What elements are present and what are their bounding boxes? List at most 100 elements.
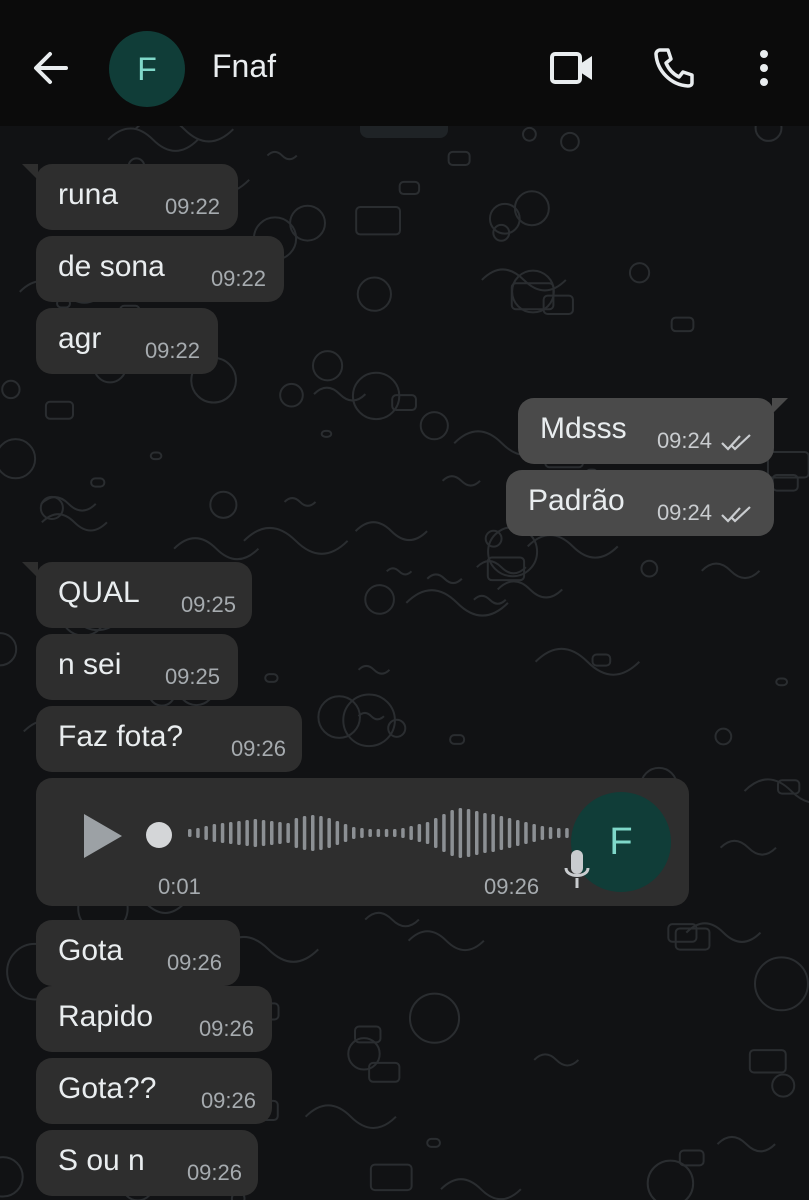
message-bubble-outgoing[interactable]: Padrão 09:24 <box>506 470 774 536</box>
waveform-bar <box>319 816 323 850</box>
waveform-bar <box>524 822 528 844</box>
waveform-bar <box>237 821 241 845</box>
play-icon[interactable] <box>80 812 124 860</box>
waveform-bar <box>475 811 479 855</box>
wallpaper-doodle <box>775 677 789 687</box>
wallpaper-doodle <box>364 584 395 615</box>
wallpaper-doodle <box>473 594 507 605</box>
waveform-bar <box>401 828 405 838</box>
waveform-bar <box>360 828 364 838</box>
audio-seek-handle[interactable] <box>146 822 172 848</box>
message-text: Gota?? <box>58 1072 157 1105</box>
waveform-bar <box>278 822 282 844</box>
chat-area[interactable]: runa 09:22 de sona 09:22 agr 09:22 Mdsss… <box>0 126 809 1200</box>
wallpaper-doodle <box>0 1156 24 1198</box>
waveform-bar <box>442 814 446 852</box>
wallpaper-doodle <box>408 992 461 1044</box>
waveform-bar <box>483 813 487 853</box>
double-check-icon <box>721 506 751 523</box>
waveform-bar <box>327 818 331 848</box>
wallpaper-doodle <box>44 400 75 420</box>
waveform-bar <box>270 821 274 845</box>
audio-waveform[interactable] <box>186 798 586 868</box>
wallpaper-doodle <box>357 664 391 675</box>
wallpaper-doodle <box>674 927 711 951</box>
wallpaper-doodle <box>449 734 466 745</box>
waveform-bar <box>286 823 290 843</box>
microphone-icon <box>564 850 590 888</box>
back-arrow-icon[interactable] <box>30 48 74 88</box>
contact-avatar[interactable]: F <box>109 31 185 107</box>
message-bubble-incoming[interactable]: agr 09:22 <box>36 308 218 374</box>
wallpaper-doodle <box>279 382 304 408</box>
wallpaper-doodle <box>173 537 260 561</box>
wallpaper-doodle <box>701 562 761 580</box>
bubble-tail <box>772 398 788 414</box>
bubble-tail <box>22 562 38 578</box>
waveform-bar <box>188 829 192 837</box>
wallpaper-doodle <box>748 1049 787 1074</box>
wallpaper-doodle <box>678 1149 705 1167</box>
message-bubble-incoming[interactable]: Gota 09:26 <box>36 920 240 986</box>
bubble-tail <box>22 164 38 180</box>
wallpaper-doodle <box>266 150 298 161</box>
wallpaper-doodle <box>447 150 471 166</box>
message-time: 09:24 <box>656 500 712 525</box>
message-text: runa <box>58 178 119 211</box>
waveform-bar <box>565 828 569 838</box>
date-chip <box>360 126 448 138</box>
waveform-bar <box>384 829 389 837</box>
message-bubble-outgoing[interactable]: Mdsss 09:24 <box>518 398 788 464</box>
waveform-bar <box>532 824 536 842</box>
message-bubble-incoming[interactable]: runa 09:22 <box>22 164 238 230</box>
wallpaper-doodle <box>628 262 651 284</box>
waveform-bar <box>491 814 495 852</box>
waveform-bar <box>507 818 512 848</box>
message-bubble-incoming[interactable]: S ou n 09:26 <box>36 1130 258 1196</box>
message-time: 09:25 <box>180 592 236 617</box>
contact-name[interactable]: Fnaf <box>212 48 276 85</box>
wallpaper-doodle <box>527 534 619 559</box>
wallpaper-doodle <box>149 451 163 461</box>
double-check-icon <box>721 434 751 451</box>
more-options-icon[interactable] <box>740 44 788 92</box>
message-bubble-incoming[interactable]: de sona 09:22 <box>36 236 284 302</box>
wallpaper-doodle <box>476 560 527 575</box>
message-bubble-incoming[interactable]: Faz fota? 09:26 <box>36 706 302 772</box>
message-bubble-incoming[interactable]: Gota?? 09:26 <box>36 1058 272 1124</box>
wallpaper-doodle <box>0 438 37 480</box>
waveform-bar <box>311 815 315 851</box>
message-bubble-incoming[interactable]: QUAL 09:25 <box>22 562 252 628</box>
wallpaper-doodle <box>754 956 809 1012</box>
wallpaper-doodle <box>342 693 396 748</box>
wallpaper-doodle <box>317 695 361 739</box>
message-bubble-incoming[interactable]: n sei 09:25 <box>36 634 238 700</box>
message-time: 09:26 <box>484 874 540 899</box>
wallpaper-doodle <box>313 386 367 402</box>
phone-icon[interactable] <box>650 44 698 92</box>
waveform-bar <box>302 816 307 850</box>
waveform-bar <box>212 824 217 842</box>
message-bubble-incoming[interactable]: Rapido 09:26 <box>36 986 272 1052</box>
wallpaper-doodle <box>522 126 537 142</box>
chat-header: F Fnaf <box>0 0 809 126</box>
wallpaper-doodle <box>386 567 413 576</box>
waveform-bar <box>548 827 553 839</box>
message-text: Padrão <box>528 484 625 517</box>
wallpaper-doodle <box>41 513 108 532</box>
wallpaper-doodle <box>670 316 695 333</box>
wallpaper-doodle <box>354 521 428 542</box>
wallpaper-doodle <box>351 371 401 421</box>
wallpaper-doodle <box>484 529 503 548</box>
wallpaper-doodle <box>426 1137 441 1148</box>
wallpaper-doodle <box>511 269 555 314</box>
waveform-bar <box>261 820 266 846</box>
waveform-bar <box>434 818 438 848</box>
wallpaper-doodle <box>440 1178 522 1200</box>
video-call-icon[interactable] <box>548 44 596 92</box>
waveform-bar <box>409 826 413 840</box>
wallpaper-doodle <box>407 930 485 952</box>
voice-message[interactable]: 0:01 09:26 F <box>36 778 689 906</box>
message-time: 09:26 <box>166 950 222 975</box>
waveform-bar <box>343 824 348 842</box>
